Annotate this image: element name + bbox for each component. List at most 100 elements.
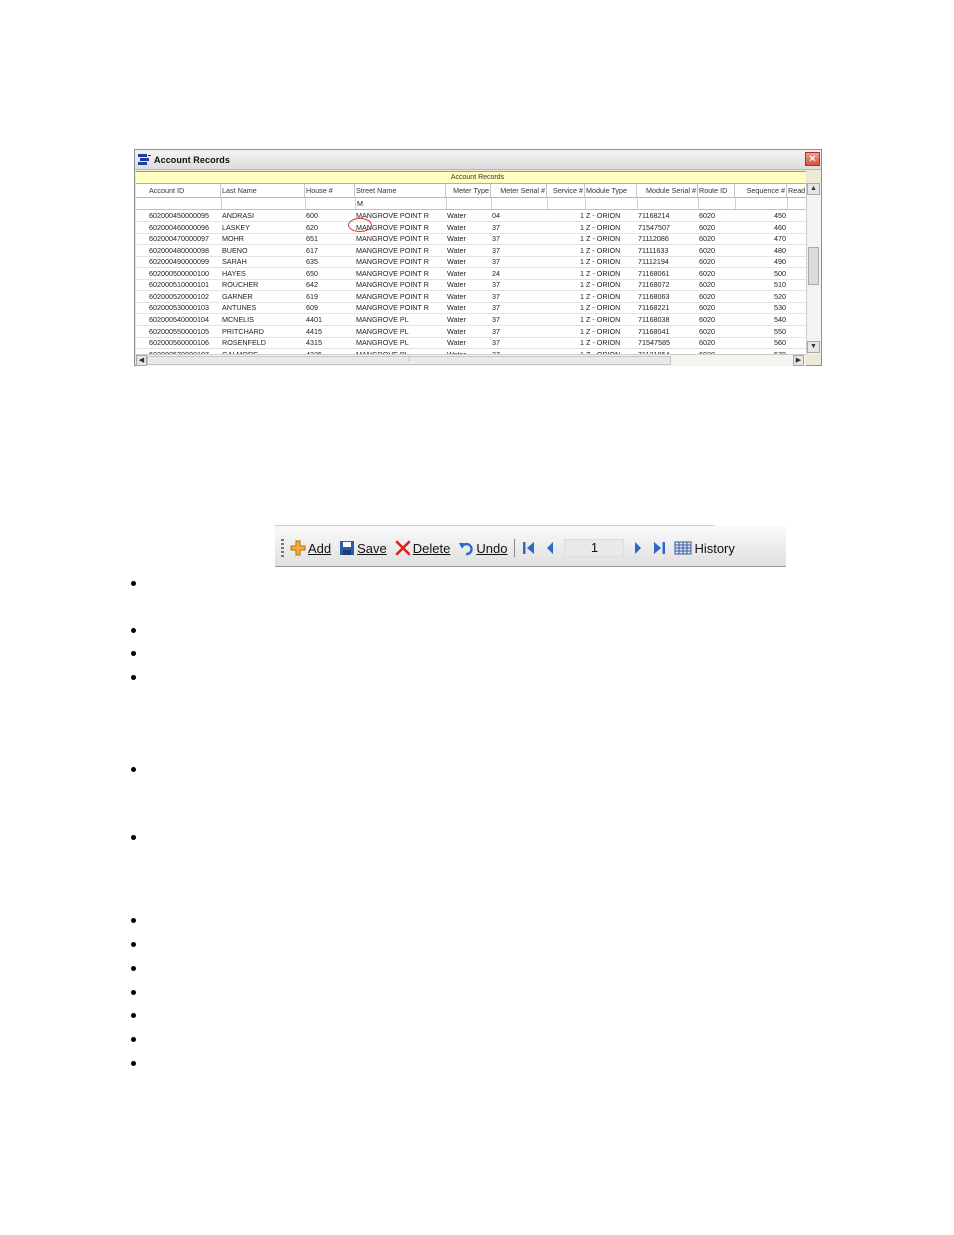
table-cell: 617 — [306, 245, 318, 255]
column-header[interactable]: Account ID — [148, 184, 221, 197]
filter-cell[interactable] — [491, 198, 548, 209]
street-filter-value: M — [357, 199, 363, 208]
table-row[interactable]: 602000520000102 GARNER 619 MANGROVE POINT R… — [136, 291, 806, 303]
table-cell: 500 — [774, 268, 786, 278]
table-row[interactable]: 602000450000095 ANDRASI 600 MANGROVE POINT … — [136, 210, 806, 222]
filter-cell[interactable] — [446, 198, 492, 209]
record-number-input[interactable]: 1 — [564, 539, 625, 557]
table-cell: Z - ORION — [586, 303, 621, 313]
window-titlebar[interactable]: Account Records × — [135, 150, 821, 170]
table-cell: 37 — [492, 291, 500, 301]
table-cell: 1 — [580, 268, 584, 278]
table-cell: LASKEY — [222, 222, 250, 232]
filter-cell[interactable] — [698, 198, 736, 209]
filter-cell[interactable] — [148, 198, 222, 209]
add-button[interactable]: Add — [290, 540, 331, 556]
column-header[interactable]: House # — [305, 184, 355, 197]
table-cell: Z - ORION — [586, 257, 621, 267]
horizontal-scrollbar[interactable]: ◀ ⁞ ▶ — [136, 354, 806, 366]
table-cell: 71168214 — [638, 211, 670, 220]
filter-cell[interactable] — [735, 198, 788, 209]
table-cell: Water — [447, 303, 466, 313]
scroll-thumb[interactable] — [808, 247, 819, 285]
table-row[interactable]: 602000480000098 BUENO 617 MANGROVE POINT R W… — [136, 245, 806, 257]
table-cell: 71168063 — [638, 291, 670, 301]
table-cell: 37 — [492, 257, 500, 267]
undo-button[interactable]: Undo — [458, 540, 507, 556]
table-row[interactable]: 602000500000100 HAYES 650 MANGROVE POINT R W… — [136, 268, 806, 280]
next-record-button[interactable] — [632, 540, 644, 556]
table-cell: 04 — [492, 211, 500, 220]
table-cell: 1 — [580, 326, 584, 336]
table-row[interactable]: 602000460000096 LASKEY 620 MANGROVE POINT R… — [136, 222, 806, 234]
column-header[interactable]: Module Type — [585, 184, 637, 197]
table-cell: Z - ORION — [586, 268, 621, 278]
column-header[interactable]: Meter Serial # — [491, 184, 547, 197]
table-cell: 71112194 — [638, 257, 669, 267]
table-cell: MANGROVE POINT R — [356, 257, 429, 267]
table-row[interactable]: 602000530000103 ANTUNES 609 MANGROVE POINT … — [136, 302, 806, 315]
filter-cell[interactable]: M — [355, 198, 447, 209]
table-cell: 1 — [580, 245, 584, 255]
column-header[interactable]: Service # — [547, 184, 585, 197]
table-cell: MANGROVE PL — [356, 338, 409, 348]
column-header[interactable]: Sequence # — [735, 184, 787, 197]
table-row[interactable]: 602000510000101 ROUCHER 642 MANGROVE POINT … — [136, 279, 806, 292]
table-cell: 6020 — [699, 303, 715, 313]
vertical-scrollbar[interactable]: ▲ ▼ — [806, 183, 821, 354]
add-label: Add — [308, 540, 332, 556]
table-cell: 600 — [306, 211, 318, 220]
table-row[interactable]: 602000540000104 MCNELIS 4401 MANGROVE PL Wat… — [136, 314, 806, 326]
table-cell: 6020 — [699, 291, 715, 301]
previous-record-button[interactable] — [544, 540, 556, 556]
table-cell: 602000510000101 — [149, 280, 209, 290]
delete-button[interactable]: Delete — [395, 540, 450, 556]
table-cell: MOHR — [222, 234, 244, 244]
column-header[interactable]: Route ID — [698, 184, 735, 197]
filter-cell[interactable] — [585, 198, 638, 209]
table-cell: 609 — [306, 303, 318, 313]
toolbar-grip[interactable] — [281, 539, 284, 557]
table-row[interactable]: 602000490000099 SARAH 635 MANGROVE POINT R W… — [136, 256, 806, 269]
table-cell: 602000530000103 — [149, 303, 209, 313]
table-row[interactable]: 602000560000106 ROSENFELD 4315 MANGROVE PL W… — [136, 337, 806, 350]
hscroll-thumb[interactable]: ⁞ — [147, 356, 671, 365]
table-row[interactable]: 602000550000105 PRITCHARD 4415 MANGROVE PL W… — [136, 326, 806, 338]
table-cell: 6020 — [699, 326, 715, 336]
filter-cell[interactable] — [305, 198, 356, 209]
column-header[interactable]: Meter Type — [446, 184, 491, 197]
table-cell: 37 — [492, 303, 500, 313]
table-cell: 1 — [580, 291, 584, 301]
delete-icon — [395, 540, 411, 556]
table-cell: 4315 — [306, 338, 322, 348]
filter-cell[interactable] — [221, 198, 306, 209]
scroll-left-icon[interactable]: ◀ — [136, 355, 147, 366]
table-row[interactable]: 602000470000097 MOHR 651 MANGROVE POINT R Wa… — [136, 233, 806, 246]
column-header[interactable]: Read — [787, 184, 806, 197]
table-cell: 6020 — [699, 222, 715, 232]
save-button[interactable]: Save — [339, 540, 387, 556]
scroll-right-icon[interactable]: ▶ — [793, 355, 804, 366]
column-header[interactable]: Last Name — [221, 184, 305, 197]
table-cell: 37 — [492, 234, 500, 244]
close-icon[interactable]: × — [805, 152, 820, 166]
filter-cell[interactable] — [787, 198, 806, 209]
first-record-button[interactable] — [522, 540, 536, 556]
last-record-button[interactable] — [652, 540, 666, 556]
account-records-window: Account Records × Account Records Accoun… — [134, 149, 822, 366]
table-cell: Z - ORION — [586, 245, 621, 255]
scroll-down-icon[interactable]: ▼ — [807, 341, 820, 353]
column-header[interactable]: Street Name — [355, 184, 446, 197]
filter-cell[interactable] — [637, 198, 699, 209]
table-cell: 460 — [774, 222, 786, 232]
table-cell: MCNELIS — [222, 314, 254, 324]
column-header[interactable]: Module Serial # — [637, 184, 698, 197]
history-button[interactable]: History — [674, 540, 735, 556]
table-cell: MANGROVE POINT R — [356, 234, 429, 244]
table-cell: ROUCHER — [222, 280, 259, 290]
filter-cell[interactable] — [547, 198, 586, 209]
table-cell: 602000550000105 — [149, 326, 209, 336]
bullet-marker — [131, 767, 136, 772]
scroll-up-icon[interactable]: ▲ — [807, 183, 820, 195]
table-cell: 71168072 — [638, 280, 670, 290]
